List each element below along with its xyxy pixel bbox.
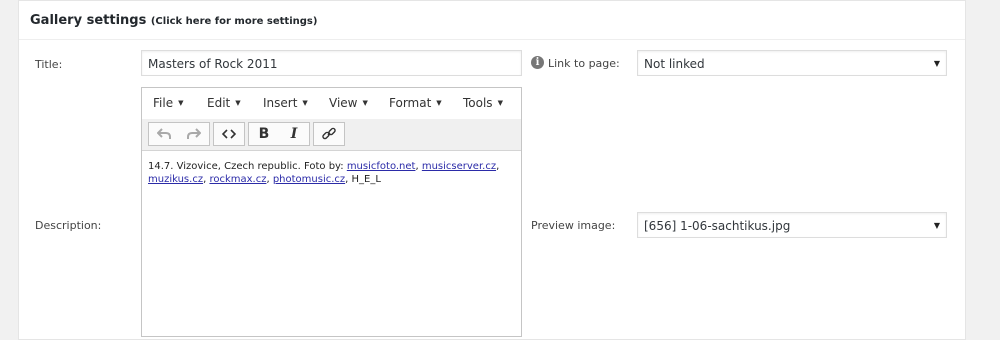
- editor-menubar: File ▼ Edit ▼ Insert ▼ View ▼ Format ▼ Tools ▼: [142, 88, 521, 120]
- undo-icon: [156, 128, 171, 139]
- menu-view[interactable]: View ▼: [329, 96, 368, 110]
- caret-down-icon: ▼: [497, 99, 503, 107]
- link-photomusic[interactable]: photomusic.cz: [273, 174, 345, 185]
- caret-down-icon: ▼: [436, 99, 442, 107]
- caret-down-icon: ▼: [178, 99, 184, 107]
- description-editor: File ▼ Edit ▼ Insert ▼ View ▼ Format ▼ Tools ▼: [141, 87, 522, 337]
- menu-view-label: View: [329, 96, 358, 110]
- link-group: [313, 122, 345, 146]
- history-group: [148, 122, 210, 146]
- preview-image-select[interactable]: [656] 1-06-sachtikus.jpg ▼: [637, 212, 947, 238]
- link-muzikus[interactable]: muzikus.cz: [148, 174, 203, 185]
- chevron-down-icon: ▼: [933, 59, 940, 68]
- caret-down-icon: ▼: [235, 99, 241, 107]
- redo-icon: [187, 128, 202, 139]
- link-icon: [322, 127, 336, 140]
- menu-file[interactable]: File ▼: [153, 96, 183, 110]
- link-rockmax[interactable]: rockmax.cz: [209, 174, 266, 185]
- chevron-down-icon: ▼: [933, 221, 940, 230]
- bold-button[interactable]: B: [249, 123, 279, 145]
- link-to-page-label: Link to page:: [548, 57, 620, 70]
- source-code-button[interactable]: [214, 123, 244, 145]
- undo-button[interactable]: [149, 123, 179, 145]
- menu-insert[interactable]: Insert ▼: [263, 96, 308, 110]
- menu-format[interactable]: Format ▼: [389, 96, 442, 110]
- link-musicserver[interactable]: musicserver.cz: [422, 161, 496, 172]
- panel-title[interactable]: Gallery settings (Click here for more se…: [30, 13, 317, 28]
- panel-title-text: Gallery settings: [30, 13, 147, 28]
- preview-image-value: [656] 1-06-sachtikus.jpg: [644, 219, 791, 233]
- link-to-page-select[interactable]: Not linked ▼: [637, 50, 947, 76]
- menu-edit[interactable]: Edit ▼: [207, 96, 241, 110]
- title-label: Title:: [35, 58, 63, 71]
- title-input-value: Masters of Rock 2011: [148, 57, 278, 71]
- menu-tools[interactable]: Tools ▼: [463, 96, 503, 110]
- menu-insert-label: Insert: [263, 96, 298, 110]
- menu-tools-label: Tools: [463, 96, 493, 110]
- menu-file-label: File: [153, 96, 174, 110]
- link-musicfoto[interactable]: musicfoto.net: [347, 161, 416, 172]
- title-input[interactable]: Masters of Rock 2011: [141, 50, 522, 76]
- redo-button[interactable]: [179, 123, 209, 145]
- menu-edit-label: Edit: [207, 96, 231, 110]
- caret-down-icon: ▼: [362, 99, 368, 107]
- insert-link-button[interactable]: [314, 123, 344, 145]
- content-prefix: 14.7. Vizovice, Czech republic. Foto by:: [148, 161, 347, 172]
- menu-format-label: Format: [389, 96, 432, 110]
- editor-content[interactable]: 14.7. Vizovice, Czech republic. Foto by:…: [148, 160, 513, 186]
- editor-toolbar: B I: [142, 119, 521, 151]
- preview-image-label: Preview image:: [531, 219, 616, 232]
- more-settings-link[interactable]: (Click here for more settings): [151, 16, 318, 27]
- link-to-page-value: Not linked: [644, 57, 705, 71]
- caret-down-icon: ▼: [302, 99, 308, 107]
- content-suffix: , H_E_L: [345, 174, 381, 185]
- panel-header[interactable]: Gallery settings (Click here for more se…: [19, 1, 965, 40]
- info-icon[interactable]: i: [531, 56, 544, 69]
- italic-button[interactable]: I: [279, 123, 309, 145]
- description-label: Description:: [35, 219, 102, 232]
- source-group: [213, 122, 245, 146]
- format-group: B I: [248, 122, 310, 146]
- code-icon: [221, 129, 237, 139]
